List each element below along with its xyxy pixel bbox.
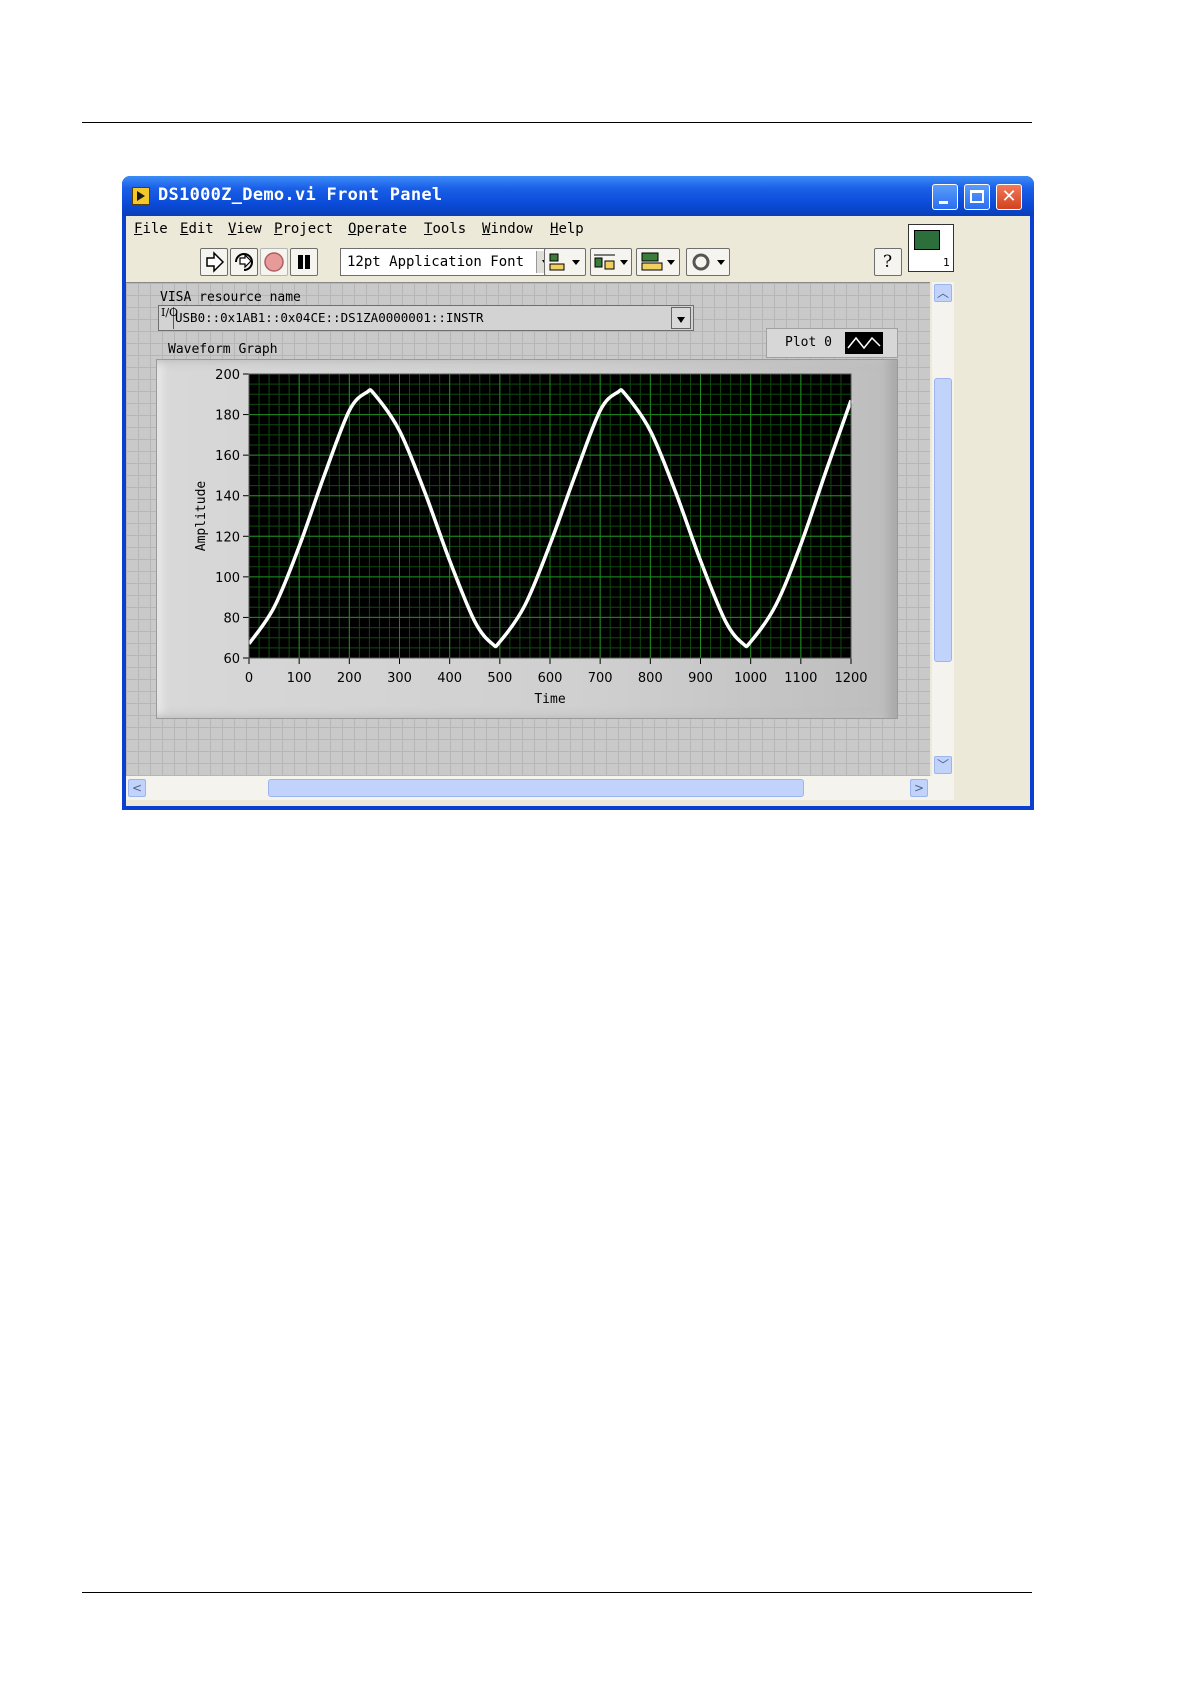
vertical-scrollbar[interactable]: ︿ ﹀ [932, 282, 954, 776]
plot-line-swatch [845, 332, 883, 354]
x-tick-label: 200 [337, 671, 362, 686]
close-button[interactable]: ✕ [996, 184, 1022, 210]
resize-grip-icon[interactable] [932, 776, 954, 800]
io-icon: I/O [161, 307, 178, 329]
chevron-down-icon [677, 317, 685, 323]
visa-resource-value: USB0::0x1AB1::0x04CE::DS1ZA0000001::INST… [175, 310, 484, 325]
reorder-button[interactable] [686, 248, 730, 276]
horizontal-scroll-thumb[interactable] [268, 779, 804, 797]
y-tick-label: 180 [215, 409, 240, 424]
scroll-up-icon[interactable]: ︿ [934, 284, 952, 302]
stop-icon [264, 252, 284, 272]
oscilloscope-icon [914, 230, 940, 250]
y-axis-label: Amplitude [194, 481, 209, 552]
front-panel-canvas: VISA resource name I/O USB0::0x1AB1::0x0… [126, 282, 930, 777]
x-tick-label: 700 [588, 671, 613, 686]
plot-legend[interactable]: Plot 0 [766, 328, 898, 358]
horizontal-scrollbar[interactable]: < > [126, 776, 954, 800]
title-bar[interactable]: DS1000Z_Demo.vi Front Panel ✕ [122, 176, 1034, 216]
vi-icon-number: 1 [943, 256, 950, 269]
y-tick-label: 200 [215, 368, 240, 383]
x-axis-label: Time [534, 692, 565, 707]
window-client: File Edit View Project Operate Tools Win… [126, 216, 1030, 806]
toolbar: 12pt Application Font ? [126, 244, 906, 280]
y-tick-label: 60 [223, 652, 240, 667]
menu-window[interactable]: Window [482, 221, 533, 237]
x-tick-label: 600 [538, 671, 563, 686]
scroll-left-icon[interactable]: < [128, 779, 146, 797]
y-tick-label: 140 [215, 490, 240, 505]
font-select[interactable]: 12pt Application Font [340, 248, 558, 276]
distribute-objects-icon [594, 254, 628, 270]
visa-dropdown-button[interactable] [671, 307, 691, 329]
resize-objects-icon [641, 252, 675, 271]
reorder-icon [692, 253, 725, 271]
scroll-right-icon[interactable]: > [910, 779, 928, 797]
window-title: DS1000Z_Demo.vi Front Panel [158, 185, 443, 205]
bottom-rule [82, 1592, 1032, 1593]
top-rule [82, 122, 1032, 123]
menu-file[interactable]: File [134, 221, 168, 237]
x-tick-label: 1100 [784, 671, 817, 686]
menu-view[interactable]: View [228, 221, 262, 237]
y-tick-label: 120 [215, 530, 240, 545]
scroll-down-icon[interactable]: ﹀ [934, 756, 952, 774]
font-select-value: 12pt Application Font [347, 254, 525, 270]
labview-vi-icon [132, 187, 150, 205]
waveform-graph[interactable]: 0 100 200 300 400 500 600 700 800 900 1000 1100 1200… [156, 359, 898, 719]
vi-connector-icon[interactable]: 1 [908, 224, 954, 272]
resize-objects-button[interactable] [636, 248, 680, 276]
close-icon: ✕ [1001, 186, 1017, 207]
run-continuously-icon [235, 253, 253, 271]
chart: 0 100 200 300 400 500 600 700 800 900 1000 1100 1200… [194, 368, 868, 707]
run-continuously-button[interactable] [230, 248, 258, 276]
x-tick-label: 300 [387, 671, 412, 686]
vertical-scroll-thumb[interactable] [934, 378, 952, 662]
align-objects-button[interactable] [544, 248, 586, 276]
x-tick-label: 500 [487, 671, 512, 686]
menu-project[interactable]: Project [274, 221, 333, 237]
pause-button[interactable] [290, 248, 318, 276]
x-tick-label: 0 [245, 671, 253, 686]
minimize-button[interactable] [932, 184, 958, 210]
x-tick-label: 1000 [734, 671, 767, 686]
visa-resource-control[interactable]: I/O USB0::0x1AB1::0x04CE::DS1ZA0000001::… [158, 305, 694, 331]
x-tick-label: 800 [638, 671, 663, 686]
y-tick-label: 100 [215, 571, 240, 586]
menu-tools[interactable]: Tools [424, 221, 466, 237]
legend-plot-name: Plot 0 [785, 335, 832, 350]
context-help-button[interactable]: ? [874, 248, 902, 276]
visa-resource-label: VISA resource name [160, 290, 301, 305]
front-panel-window: DS1000Z_Demo.vi Front Panel ✕ File Edit … [122, 176, 1034, 810]
run-arrow-icon [206, 251, 225, 273]
x-tick-label: 900 [688, 671, 713, 686]
align-objects-icon [549, 253, 580, 271]
help-icon: ? [883, 252, 893, 272]
x-tick-label: 400 [437, 671, 462, 686]
menu-operate[interactable]: Operate [348, 221, 407, 237]
abort-button[interactable] [260, 248, 288, 276]
x-tick-label: 100 [287, 671, 312, 686]
y-tick-label: 160 [215, 449, 240, 464]
y-tick-label: 80 [223, 611, 240, 626]
menu-edit[interactable]: Edit [180, 221, 214, 237]
run-button[interactable] [200, 248, 228, 276]
x-tick-label: 1200 [834, 671, 867, 686]
distribute-objects-button[interactable] [590, 248, 632, 276]
menu-bar: File Edit View Project Operate Tools Win… [126, 216, 906, 242]
maximize-button[interactable] [964, 184, 990, 210]
pause-icon [298, 255, 310, 269]
waveform-graph-label: Waveform Graph [168, 342, 278, 357]
menu-help[interactable]: Help [550, 221, 584, 237]
